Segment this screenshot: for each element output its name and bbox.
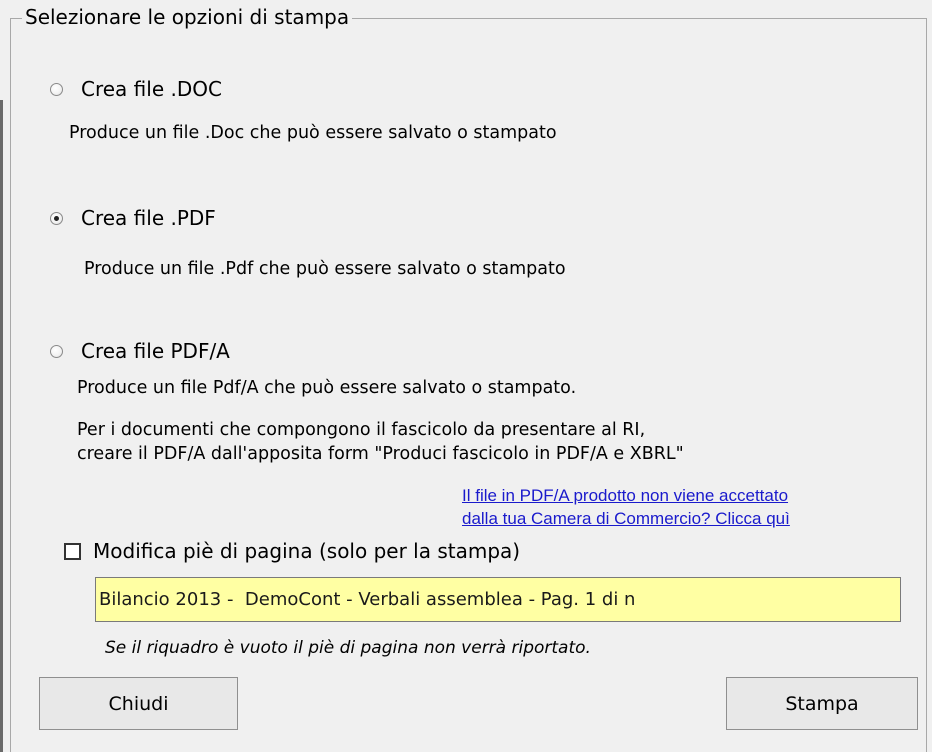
radio-option-pdf[interactable]: Crea file .PDF xyxy=(50,205,216,231)
footer-edit-option[interactable]: Modifica piè di pagina (solo per la stam… xyxy=(64,538,520,564)
pdfa-help-link-line1[interactable]: Il file in PDF/A prodotto non viene acce… xyxy=(462,484,788,507)
radio-doc-label[interactable]: Crea file .DOC xyxy=(81,76,222,102)
footer-text-input[interactable] xyxy=(95,577,901,622)
pdfa-note-line2: creare il PDF/A dall'apposita form "Prod… xyxy=(77,444,684,464)
footer-edit-label[interactable]: Modifica piè di pagina (solo per la stam… xyxy=(93,538,520,564)
left-edge-divider xyxy=(0,100,3,752)
frame-border-left xyxy=(10,18,11,752)
radio-option-doc[interactable]: Crea file .DOC xyxy=(50,76,222,102)
footer-edit-checkbox[interactable] xyxy=(64,542,81,560)
radio-pdf-label[interactable]: Crea file .PDF xyxy=(81,205,216,231)
radio-pdfa-indicator[interactable] xyxy=(50,344,63,358)
pdfa-note-line1: Per i documenti che compongono il fascic… xyxy=(77,420,646,440)
radio-pdf-indicator[interactable] xyxy=(50,211,63,225)
pdf-description: Produce un file .Pdf che può essere salv… xyxy=(84,259,566,279)
pdfa-help-link-line2[interactable]: dalla tua Camera di Commercio? Clicca qu… xyxy=(462,507,790,530)
frame-border-right xyxy=(926,18,927,752)
close-button[interactable]: Chiudi xyxy=(39,677,238,730)
radio-doc-indicator[interactable] xyxy=(50,82,63,96)
radio-option-pdfa[interactable]: Crea file PDF/A xyxy=(50,338,230,364)
frame-caption: Selezionare le opzioni di stampa xyxy=(22,3,353,31)
doc-description: Produce un file .Doc che può essere salv… xyxy=(69,123,557,143)
radio-pdfa-label[interactable]: Crea file PDF/A xyxy=(81,338,230,364)
pdfa-description: Produce un file Pdf/A che può essere sal… xyxy=(77,378,577,398)
print-button[interactable]: Stampa xyxy=(726,677,918,730)
footer-hint: Se il riquadro è vuoto il piè di pagina … xyxy=(105,638,591,658)
